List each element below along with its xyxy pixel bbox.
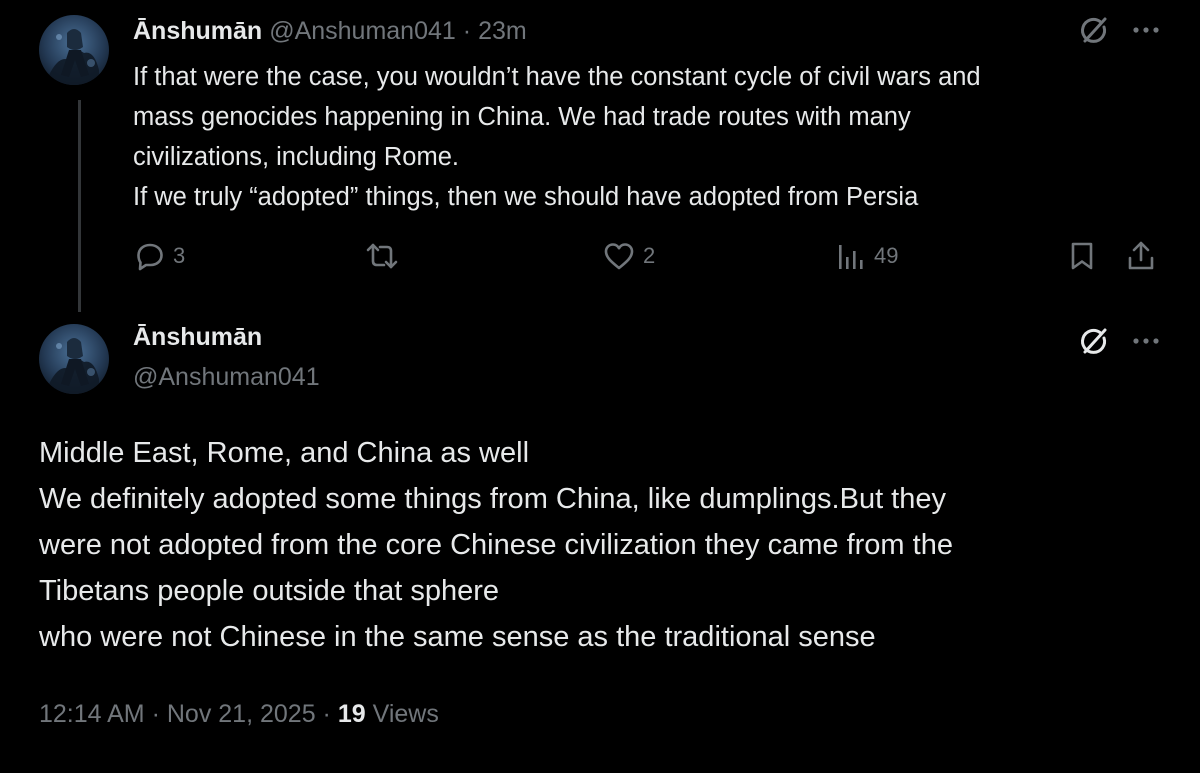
reply-action-bar: 3 2 49 (133, 238, 1163, 274)
post-text-line: who were not Chinese in the same sense a… (39, 621, 876, 653)
post-text-line: Middle East, Rome, and China as well (39, 437, 530, 469)
post-date[interactable]: Nov 21, 2025 (167, 700, 316, 728)
grok-icon[interactable] (1078, 14, 1110, 46)
grok-icon[interactable] (1078, 325, 1110, 357)
post-text: Middle East, Rome, and China as well We … (39, 430, 1169, 660)
share-icon (1126, 240, 1156, 272)
reply-button[interactable]: 3 (135, 238, 185, 274)
user-handle[interactable]: @Anshuman041 (133, 363, 320, 392)
post-metadata: 12:14 AM · Nov 21, 2025 · 19 Views (39, 700, 439, 729)
bookmark-button[interactable] (1068, 238, 1096, 274)
post-top-actions (1078, 325, 1160, 357)
avatar[interactable] (39, 15, 109, 85)
reply-text: If that were the case, you wouldn’t have… (133, 57, 1173, 217)
avatar[interactable] (39, 324, 109, 394)
like-count: 2 (643, 243, 656, 268)
post-time[interactable]: 23m (478, 17, 527, 46)
display-name[interactable]: Ānshumān (133, 17, 262, 46)
reply-text-line: mass genocides happening in China. We ha… (133, 103, 911, 131)
reply-header: Ānshumān @Anshuman041 · 23m (133, 15, 527, 47)
reply-text-line: If that were the case, you wouldn’t have… (133, 63, 981, 91)
post-top-actions (1078, 14, 1160, 46)
post-text-line: were not adopted from the core Chinese c… (39, 529, 953, 561)
view-count: 49 (874, 243, 899, 268)
heart-icon (603, 241, 635, 271)
thread-connector-line (78, 100, 81, 312)
display-name[interactable]: Ānshumān (133, 323, 262, 352)
analytics-icon (836, 241, 866, 271)
views-count: 19 (337, 700, 366, 728)
post-text-line: Tibetans people outside that sphere (39, 575, 500, 607)
repost-button[interactable] (365, 238, 407, 274)
bookmark-icon (1068, 241, 1096, 271)
reply-text-line: If we truly “adopted” things, then we sh… (133, 183, 919, 211)
reply-icon (135, 241, 165, 271)
more-icon[interactable] (1132, 336, 1160, 346)
separator-dot: · (151, 700, 160, 728)
repost-icon (365, 241, 399, 271)
views-button[interactable]: 49 (836, 238, 898, 274)
share-button[interactable] (1126, 238, 1156, 274)
post-timestamp[interactable]: 12:14 AM (39, 700, 145, 728)
like-button[interactable]: 2 (603, 238, 655, 274)
separator-dot: · (462, 16, 472, 45)
separator-dot: · (322, 700, 331, 728)
reply-count: 3 (173, 243, 186, 268)
views-label: Views (372, 700, 439, 728)
more-icon[interactable] (1132, 25, 1160, 35)
user-handle[interactable]: @Anshuman041 (269, 17, 456, 46)
reply-text-line: civilizations, including Rome. (133, 143, 459, 171)
post-text-line: We definitely adopted some things from C… (39, 483, 947, 515)
